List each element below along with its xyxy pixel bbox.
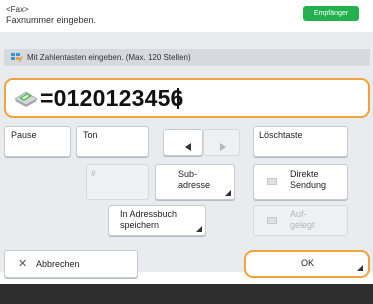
checkbox-icon (267, 217, 277, 224)
close-icon: ✕ (18, 258, 28, 270)
tone-label: Ton (83, 130, 98, 140)
corner-indicator-icon (225, 190, 231, 196)
checkbox-icon (267, 178, 277, 185)
status-bar (0, 284, 373, 304)
subaddress-label-1: Sub- (178, 169, 198, 179)
cursor-right-button[interactable] (203, 129, 240, 156)
fax-number-value: =0120123456 (40, 85, 184, 111)
save-addressbook-label-1: In Adressbuch (120, 209, 178, 219)
mode-label: <Fax> (6, 5, 29, 14)
save-addressbook-label-2: speichern (120, 220, 160, 230)
numeric-keypad-icon (11, 53, 23, 62)
subaddress-button[interactable]: Sub- adresse (155, 164, 235, 200)
on-hook-label-2: gelegt (290, 220, 315, 230)
recipient-button[interactable]: Empfänger (303, 6, 359, 21)
direct-send-label-1: Direkte (290, 169, 319, 179)
symbol-label: # (91, 169, 96, 178)
hint-text: Mit Zahlentasten eingeben. (Max. 120 Ste… (27, 53, 191, 62)
on-hook-label-1: Auf- (290, 209, 307, 219)
arrow-left-icon (185, 143, 191, 151)
page-instruction: Faxnummer eingeben. (6, 15, 97, 25)
subaddress-label-2: adresse (178, 180, 211, 190)
arrow-right-icon (220, 143, 226, 151)
clear-button[interactable]: Löschtaste (253, 126, 348, 157)
cancel-label: Abbrechen (36, 259, 80, 269)
corner-indicator-icon (357, 265, 363, 271)
ok-label: OK (301, 258, 315, 268)
on-hook-button[interactable]: Auf- gelegt (253, 205, 348, 236)
clear-label: Löschtaste (259, 130, 303, 140)
fax-machine-icon (14, 91, 38, 107)
direct-send-button[interactable]: Direkte Sendung (253, 164, 348, 200)
direct-send-label-2: Sendung (290, 180, 327, 190)
corner-indicator-icon (196, 226, 202, 232)
symbol-key[interactable]: # (86, 164, 149, 200)
pause-label: Pause (11, 130, 37, 140)
ok-button[interactable]: OK (244, 250, 370, 278)
tone-button[interactable]: Ton (76, 126, 149, 157)
cursor-left-button[interactable] (163, 129, 203, 156)
save-to-addressbook-button[interactable]: In Adressbuch speichern (108, 205, 206, 236)
text-caret (177, 88, 179, 109)
pause-button[interactable]: Pause (4, 126, 71, 157)
